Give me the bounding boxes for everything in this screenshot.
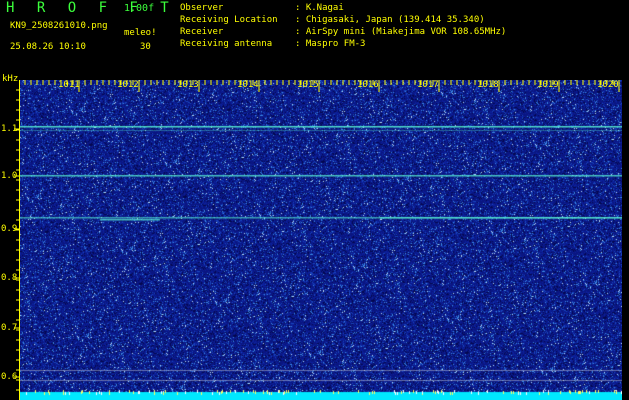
y-tick-label: 0.8 [1,273,18,283]
x-tick-label: 1019 [537,80,559,90]
x-tick-label: 1013 [177,80,199,90]
x-tick-label: 1018 [477,80,499,90]
x-tick-label: 1012 [117,80,139,90]
y-tick-label: 0.6 [1,372,18,382]
y-tick-label: 1.1 [1,124,18,134]
y-tick-label: 0.9 [1,224,18,234]
y-tick-label: 1.0 [1,171,18,181]
x-tick-label: 1011 [58,80,80,90]
y-tick-label: 0.7 [1,323,18,333]
x-tick-label: 1016 [357,80,379,90]
x-tick-label: 1015 [297,80,319,90]
x-tick-label: 1017 [417,80,439,90]
axes-overlay [14,80,620,400]
x-tick-label: 1020 [597,80,619,90]
x-tick-label: 1014 [237,80,259,90]
